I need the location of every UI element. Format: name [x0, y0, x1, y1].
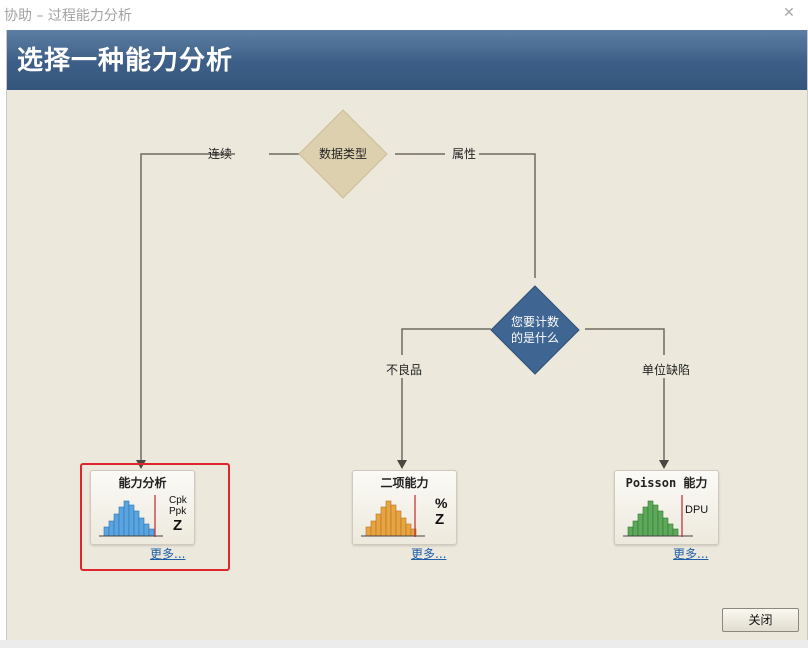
- percent-label: %: [435, 495, 448, 511]
- count-question-diamond: 您要计数 的是什么: [490, 285, 580, 375]
- window-title: 协助 – 过程能力分析: [4, 8, 132, 24]
- branch-label-defectives: 不良品: [386, 362, 422, 377]
- window-close-icon[interactable]: ✕: [770, 0, 808, 28]
- assistant-window: 选择一种能力分析 数据类型 您要计数 的是什么 连续 属性 不良品 单位缺陷 能…: [6, 30, 808, 640]
- binomial-more-link[interactable]: 更多...: [411, 545, 446, 562]
- branch-label-attribute: 属性: [452, 147, 476, 161]
- close-button[interactable]: 关闭: [722, 608, 799, 632]
- selection-highlight-box: [80, 463, 230, 571]
- connector-line: [585, 328, 665, 355]
- connector-line: [140, 153, 235, 462]
- taskbar-strip: [0, 640, 808, 648]
- connector-line: [401, 328, 491, 355]
- count-question-line2: 的是什么: [511, 330, 559, 345]
- count-question-line1: 您要计数: [511, 314, 559, 329]
- branch-label-defects-per-unit: 单位缺陷: [642, 362, 690, 377]
- arrow-head-icon: [659, 460, 669, 469]
- z-label: Z: [435, 511, 445, 528]
- data-type-label: 数据类型: [319, 146, 367, 161]
- dpu-label: DPU: [685, 504, 709, 516]
- connector-line: [479, 153, 536, 278]
- binomial-capability-card[interactable]: 二项能力 % Z: [352, 470, 457, 545]
- poisson-more-link[interactable]: 更多...: [673, 545, 708, 562]
- data-type-diamond: 数据类型: [298, 109, 388, 199]
- title-bar: 协助 – 过程能力分析 ✕: [0, 0, 808, 28]
- arrow-head-icon: [397, 460, 407, 469]
- branch-label-continuous: 连续: [208, 146, 232, 161]
- poisson-capability-card[interactable]: Poisson 能力 DPU: [614, 470, 719, 545]
